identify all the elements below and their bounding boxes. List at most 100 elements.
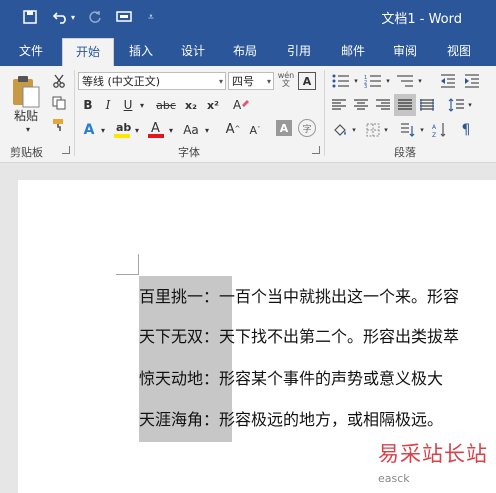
font-name-combo[interactable]: 等线 (中文正文) ▾ — [78, 72, 226, 90]
definition: 形容某个事件的声势或意义极大 — [219, 369, 444, 388]
group-divider — [324, 70, 325, 156]
document-line[interactable]: 百里挑一：一百个当中就挑出这一个来。形容 — [139, 282, 459, 312]
align-left-icon[interactable] — [330, 96, 348, 114]
line-spacing-icon[interactable] — [446, 96, 466, 114]
decrease-indent-icon[interactable] — [438, 72, 458, 90]
margin-corner-mark — [116, 254, 139, 275]
superscript-button[interactable]: x² — [204, 96, 222, 114]
shading-dropdown-icon[interactable]: ▾ — [350, 120, 358, 140]
highlight-dropdown-icon[interactable]: ▾ — [132, 120, 142, 140]
separator: ： — [203, 327, 220, 346]
separator: ： — [203, 369, 220, 388]
chinese-layout-icon[interactable] — [398, 120, 418, 140]
tab-view[interactable]: 视图 — [436, 36, 482, 66]
subscript-button[interactable]: x₂ — [182, 96, 200, 114]
borders-icon[interactable] — [364, 120, 382, 140]
phonetic-guide-icon[interactable]: wén 文 — [276, 70, 296, 90]
underline-button[interactable]: U — [120, 96, 136, 114]
term: 天涯海角 — [139, 410, 204, 429]
borders-dropdown-icon[interactable]: ▾ — [382, 120, 390, 140]
tab-home[interactable]: 开始 — [62, 38, 114, 67]
svg-text:A: A — [151, 121, 160, 136]
clipboard-launcher-icon[interactable] — [62, 146, 70, 154]
change-case-dropdown-icon[interactable]: ▾ — [202, 120, 212, 140]
cut-icon[interactable] — [50, 72, 68, 90]
paste-dropdown-icon[interactable]: ▾ — [22, 124, 34, 134]
font-launcher-icon[interactable] — [312, 146, 320, 154]
font-name-value: 等线 (中文正文) — [82, 75, 161, 88]
tab-insert[interactable]: 插入 — [118, 36, 164, 66]
numbering-icon[interactable]: 123 — [362, 72, 384, 90]
align-center-icon[interactable] — [352, 96, 370, 114]
shrink-font-icon[interactable]: Aˇ — [246, 120, 264, 140]
tab-layout[interactable]: 布局 — [222, 36, 268, 66]
text-effects-dropdown-icon[interactable]: ▾ — [98, 120, 108, 140]
increase-indent-icon[interactable] — [462, 72, 482, 90]
tab-file[interactable]: 文件 — [8, 36, 54, 66]
strikethrough-button[interactable]: abc — [154, 96, 178, 114]
customize-qat-icon[interactable]: ⩡ — [144, 6, 158, 28]
save-icon[interactable] — [20, 6, 40, 28]
definition: 形容极远的地方，或相隔极远。 — [219, 410, 444, 429]
window-title: 文档1 - Word — [381, 12, 462, 27]
character-shading-icon[interactable]: A — [276, 120, 292, 136]
show-marks-icon[interactable]: ¶ — [456, 120, 476, 140]
definition: 一百个当中就挑出这一个来。形容 — [219, 287, 460, 306]
ribbon-tabs: 文件 开始 插入 设计 布局 引用 邮件 审阅 视图 — [0, 36, 496, 67]
highlight-color-icon[interactable]: ab — [112, 118, 132, 140]
sort-icon[interactable]: AZ — [430, 120, 450, 140]
undo-icon[interactable]: ▾ — [50, 6, 78, 28]
italic-button[interactable]: I — [100, 96, 116, 114]
svg-text:A: A — [233, 98, 242, 112]
document-line[interactable]: 天涯海角：形容极远的地方，或相隔极远。 — [139, 405, 443, 435]
bullets-icon[interactable] — [330, 72, 352, 90]
bold-button[interactable]: B — [80, 96, 96, 114]
numbering-dropdown-icon[interactable]: ▾ — [384, 72, 392, 90]
watermark-url: easck — [378, 472, 410, 485]
tab-review[interactable]: 审阅 — [382, 36, 428, 66]
definition: 天下找不出第二个。形容出类拔萃 — [219, 327, 460, 346]
svg-text:Z: Z — [432, 132, 436, 138]
tab-references[interactable]: 引用 — [276, 36, 322, 66]
term: 百里挑一 — [139, 287, 204, 306]
tab-design[interactable]: 设计 — [170, 36, 216, 66]
character-border-icon[interactable]: A — [298, 72, 316, 90]
copy-icon[interactable] — [50, 94, 68, 112]
watermark-logo: 易采站长站 — [378, 442, 488, 466]
document-line[interactable]: 惊天动地：形容某个事件的声势或意义极大 — [139, 364, 443, 394]
change-case-button[interactable]: Aa — [180, 120, 202, 140]
text-effects-icon[interactable]: A — [80, 120, 98, 140]
phonetic-char: 文 — [282, 79, 290, 88]
separator: ： — [203, 287, 220, 306]
font-size-combo[interactable]: 四号 ▾ — [228, 72, 274, 90]
paste-button-label[interactable]: 粘贴 — [8, 106, 44, 124]
document-line[interactable]: 天下无双：天下找不出第二个。形容出类拔萃 — [139, 322, 459, 352]
shading-icon[interactable] — [330, 120, 350, 140]
title-bar: ▾ ⩡ 文档1 - Word — [0, 0, 496, 36]
justify-icon[interactable] — [394, 94, 416, 116]
format-painter-icon[interactable] — [50, 116, 68, 134]
bullets-dropdown-icon[interactable]: ▾ — [352, 72, 360, 90]
term: 天下无双 — [139, 327, 204, 346]
term: 惊天动地 — [139, 369, 204, 388]
grow-font-icon[interactable]: A ^ — [224, 118, 242, 140]
svg-text:3: 3 — [364, 84, 367, 88]
redo-icon[interactable] — [86, 6, 104, 28]
underline-dropdown-icon[interactable]: ▾ — [136, 96, 148, 114]
align-right-icon[interactable] — [374, 96, 392, 114]
tab-mailings[interactable]: 邮件 — [330, 36, 376, 66]
chevron-down-icon: ▾ — [218, 77, 223, 86]
touch-mode-icon[interactable] — [114, 6, 134, 28]
enclose-characters-icon[interactable]: 字 — [298, 119, 316, 137]
distributed-icon[interactable] — [418, 96, 436, 114]
line-spacing-dropdown-icon[interactable]: ▾ — [466, 96, 474, 114]
font-color-dropdown-icon[interactable]: ▾ — [166, 120, 176, 140]
ribbon: 粘贴 ▾ 剪贴板 等线 (中文正文) ▾ 四号 ▾ wén 文 A B I U ▾ a… — [0, 66, 496, 163]
font-color-icon[interactable]: A — [146, 118, 166, 140]
multilevel-list-icon[interactable] — [394, 72, 416, 90]
clear-formatting-icon[interactable]: A — [230, 94, 252, 116]
font-group-label: 字体 — [178, 146, 200, 159]
chinese-layout-dropdown-icon[interactable]: ▾ — [418, 120, 426, 140]
svg-text:A: A — [432, 124, 437, 131]
multilevel-dropdown-icon[interactable]: ▾ — [416, 72, 424, 90]
